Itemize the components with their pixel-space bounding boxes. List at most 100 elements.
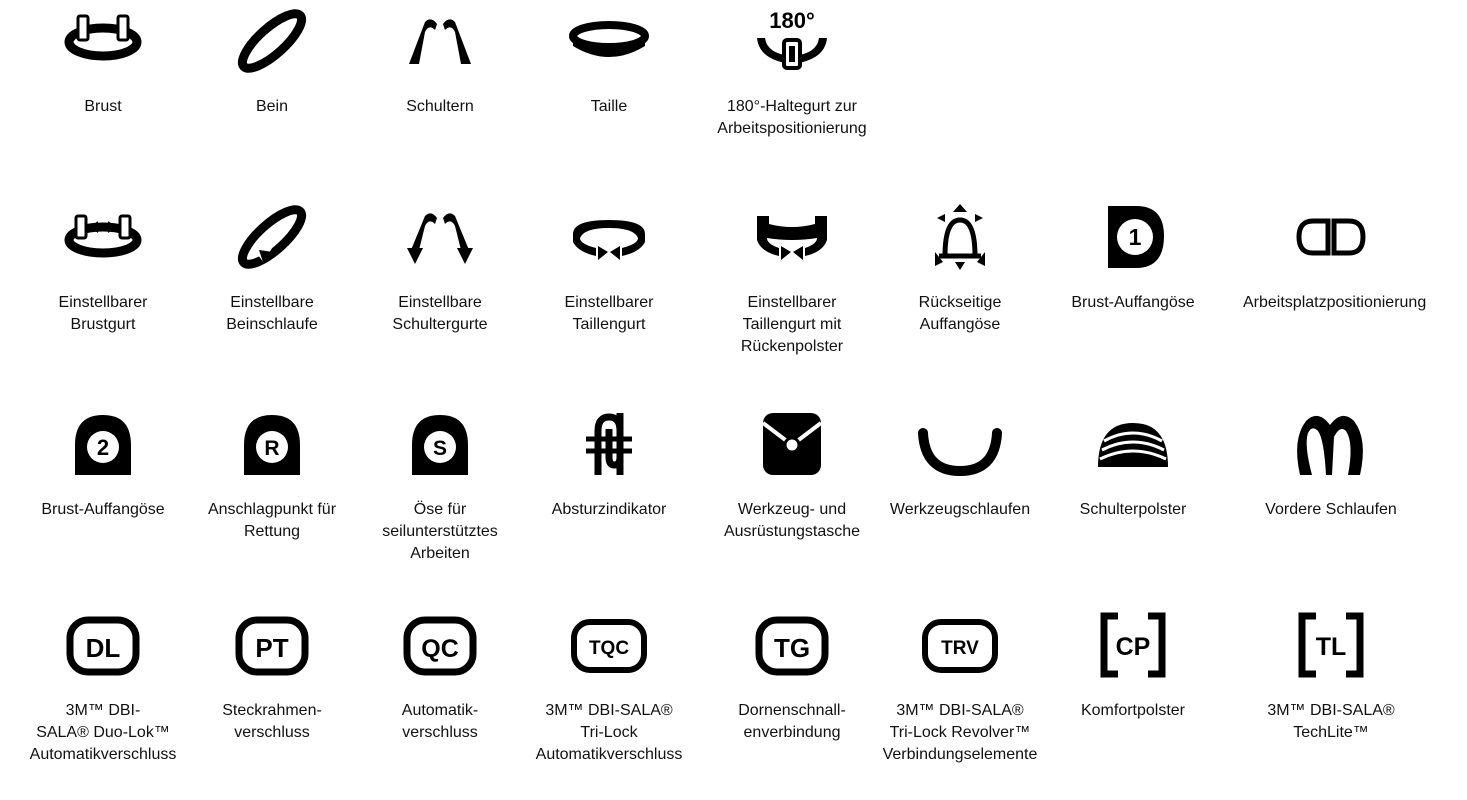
legend-label: Brust-Auffangöse [1071, 294, 1195, 311]
legend-item-tool-loops: Werkzeugschlaufen [872, 409, 1048, 521]
shoulders-icon [409, 19, 471, 64]
legend-item-adjustable-waist-back-pad: Einstellbarer Taillengurt mit Rückenpols… [704, 202, 880, 358]
icon-text: TL [1316, 633, 1347, 661]
icon-text: 2 [97, 435, 109, 460]
duo-lok-dl-icon: DL [66, 616, 140, 676]
legend-item-work-positioning: Arbeitsplatzpositionierung [1243, 202, 1427, 314]
legend-label: Komfortpolster [1080, 702, 1186, 719]
tool-loops-icon [918, 428, 1002, 477]
tri-lock-revolver-trv-icon: TRV [922, 619, 998, 673]
legend-item-shoulders: Schultern [352, 6, 528, 118]
legend-item-techlite: TL 3M™ DBI-SALA® TechLite™ [1243, 610, 1419, 744]
chest-d-ring-1-icon: 1 [1108, 206, 1164, 268]
legend-item-rope-access: S Öse für seilunterstütztes Arbeiten [352, 409, 528, 565]
legend-item-positioning-180: 180° 180°-Haltegurt zur Arbeitspositioni… [704, 6, 880, 140]
leg-strap-icon [237, 9, 307, 73]
legend-item-chest-d-ring-2: 2 Brust-Auffangöse [15, 409, 191, 521]
legend-item-pass-thru: PT Steckrahmen- verschluss [184, 610, 360, 744]
legend-item-comfort-padding: CP Komfortpolster [1045, 610, 1221, 722]
icon-text: TRV [941, 638, 979, 659]
legend-item-fall-indicator: Absturzindikator [521, 409, 697, 521]
icon-row-4: DL 3M™ DBI- SALA® Duo-Lok™ Automatikvers… [0, 610, 1467, 800]
icon-text: CP [1116, 633, 1151, 661]
legend-label: Arbeitsplatzpositionierung [1243, 294, 1427, 311]
legend-label: Rückseitige Auffangöse [918, 294, 1002, 333]
legend-label: Einstellbarer Taillengurt mit Rückenpols… [740, 294, 844, 355]
icon-text: R [264, 437, 279, 460]
legend-item-adjustable-waist: Einstellbarer Taillengurt [521, 202, 697, 336]
legend-item-chest-d-ring-1: 1 Brust-Auffangöse [1045, 202, 1221, 314]
legend-label: Anschlagpunkt für Rettung [207, 501, 337, 540]
legend-label: Schultern [406, 98, 474, 115]
tongue-buckle-tg-icon: TG [755, 616, 829, 676]
icon-text: 180° [769, 8, 815, 33]
legend-label: Schulterpolster [1079, 501, 1187, 518]
pass-thru-pt-icon: PT [235, 616, 309, 676]
icon-text: QC [421, 635, 459, 663]
icon-row-1: Brust Bein Schultern Taille 180° 180°-Ha… [0, 6, 1467, 196]
icon-text: DL [86, 633, 121, 663]
icon-row-2: Einstellbarer Brustgurt Einstellbare Bei… [0, 202, 1467, 392]
rescue-anchor-r-icon: R [244, 415, 300, 475]
work-positioning-icon [1296, 218, 1366, 256]
adjustable-chest-strap-icon [64, 214, 142, 258]
icon-text: TG [774, 633, 810, 663]
legend-label: 3M™ DBI-SALA® Tri-Lock Automatikverschlu… [535, 702, 683, 763]
legend-label: Dornenschnall- enverbindung [738, 702, 846, 741]
tri-lock-tqc-icon: TQC [571, 619, 647, 673]
shoulder-pads-icon [1098, 423, 1168, 467]
legend-item-adjustable-shoulders: Einstellbare Schultergurte [352, 202, 528, 336]
legend-item-tri-lock-revolver: TRV 3M™ DBI-SALA® Tri-Lock Revolver™ Ver… [872, 610, 1048, 766]
legend-label: Brust [84, 98, 122, 115]
rear-d-ring-icon [935, 204, 985, 270]
icon-text: S [433, 437, 447, 460]
chest-strap-icon [64, 14, 142, 61]
front-loops-icon [1297, 415, 1363, 475]
legend-label: Einstellbarer Taillengurt [564, 294, 654, 333]
legend-item-duo-lok: DL 3M™ DBI- SALA® Duo-Lok™ Automatikvers… [15, 610, 191, 766]
legend-item-tongue-buckle: TG Dornenschnall- enverbindung [704, 610, 880, 744]
legend-label: Brust-Auffangöse [41, 501, 165, 518]
comfort-padding-cp-icon: CP [1100, 612, 1166, 678]
techlite-tl-icon: TL [1298, 612, 1364, 678]
icon-row-3: 2 Brust-Auffangöse R Anschlagpunkt für R… [0, 409, 1467, 599]
legend-label: Bein [255, 98, 289, 115]
legend-label: Werkzeugschlaufen [889, 501, 1031, 518]
legend-label: Einstellbare Schultergurte [392, 294, 488, 333]
waist-icon [569, 21, 649, 57]
fall-indicator-icon [586, 413, 632, 475]
legend-label: Vordere Schlaufen [1265, 501, 1397, 518]
legend-label: Werkzeug- und Ausrüstungstasche [723, 501, 861, 540]
legend-label: Steckrahmen- verschluss [222, 702, 322, 741]
legend-label: Absturzindikator [551, 501, 667, 518]
legend-item-chest: Brust [15, 6, 191, 118]
icon-text: PT [255, 633, 288, 663]
adjustable-leg-loop-icon [237, 205, 307, 269]
legend-item-leg: Bein [184, 6, 360, 118]
legend-label: 3M™ DBI-SALA® Tri-Lock Revolver™ Verbind… [882, 702, 1038, 763]
positioning-belt-180-icon: 180° [757, 8, 827, 70]
legend-label: Taille [590, 98, 628, 115]
adjustable-shoulder-straps-icon [407, 213, 473, 264]
legend-item-tri-lock: TQC 3M™ DBI-SALA® Tri-Lock Automatikvers… [521, 610, 697, 766]
legend-item-front-loops: Vordere Schlaufen [1243, 409, 1419, 521]
legend-label: Automatik- verschluss [401, 702, 479, 741]
legend-label: 3M™ DBI-SALA® TechLite™ [1267, 702, 1395, 741]
icon-text: 1 [1129, 224, 1142, 250]
legend-item-quick-connect: QC Automatik- verschluss [352, 610, 528, 744]
adjustable-waist-belt-back-pad-icon [757, 216, 827, 260]
legend-item-waist: Taille [521, 6, 697, 118]
legend-label: Öse für seilunterstütztes Arbeiten [382, 501, 498, 562]
legend-label: 180°-Haltegurt zur Arbeitspositionierung [717, 98, 867, 137]
quick-connect-qc-icon: QC [403, 616, 477, 676]
legend-item-rescue-anchor: R Anschlagpunkt für Rettung [184, 409, 360, 543]
legend-item-rear-d-ring: Rückseitige Auffangöse [872, 202, 1048, 336]
rope-access-s-icon: S [412, 415, 468, 475]
tool-pouch-icon [761, 413, 823, 475]
legend-item-adjustable-chest: Einstellbarer Brustgurt [15, 202, 191, 336]
legend-label: 3M™ DBI- SALA® Duo-Lok™ Automatikverschl… [29, 702, 177, 763]
legend-label: Einstellbarer Brustgurt [58, 294, 148, 333]
icon-text: TQC [589, 638, 629, 659]
legend-item-shoulder-pads: Schulterpolster [1045, 409, 1221, 521]
chest-d-ring-2-icon: 2 [75, 415, 131, 475]
